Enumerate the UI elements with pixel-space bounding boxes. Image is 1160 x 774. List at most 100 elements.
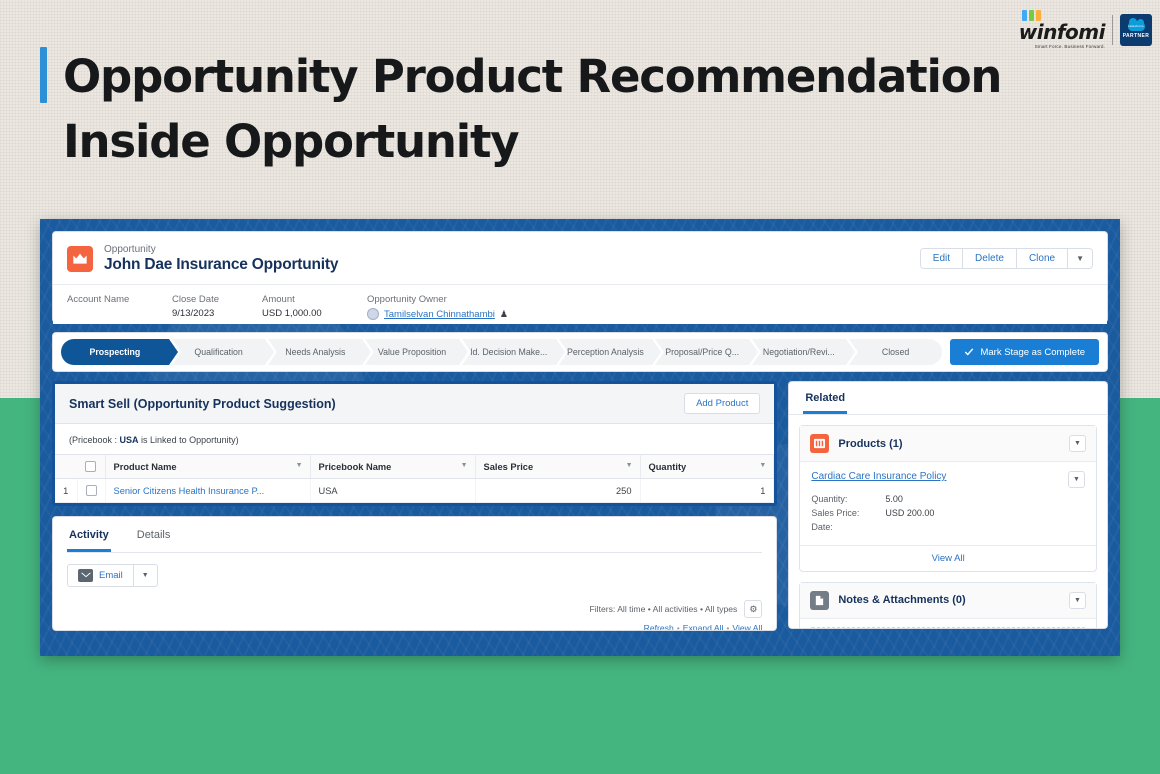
- pricebook-prefix: (Pricebook :: [69, 435, 120, 445]
- logo-divider: [1112, 14, 1113, 45]
- chevron-down-icon[interactable]: ▼: [626, 462, 633, 469]
- salesforce-screenshot-frame: Opportunity John Dae Insurance Opportuni…: [40, 219, 1120, 656]
- suggested-products-table: Product Name ▼ Pricebook Name ▼ Sales Pric…: [55, 453, 775, 504]
- avatar: [367, 308, 379, 320]
- activity-filters-row: Filters: All time • All activities • All…: [67, 600, 763, 619]
- object-label: Opportunity: [104, 244, 156, 255]
- owner-value: Tamilselvan Chinnathambi ♟: [367, 308, 508, 320]
- chevron-down-icon[interactable]: ▼: [1068, 471, 1085, 488]
- title-accent-bar: [40, 47, 47, 103]
- left-column: Smart Sell (Opportunity Product Suggesti…: [52, 381, 778, 632]
- record-body-columns: Smart Sell (Opportunity Product Suggesti…: [52, 381, 1108, 632]
- related-view-all-link[interactable]: View All: [800, 544, 1096, 571]
- stage-qualification[interactable]: Qualification: [171, 339, 278, 365]
- smart-sell-title: Smart Sell (Opportunity Product Suggesti…: [69, 396, 336, 411]
- related-card-header: Products (1) ▼: [800, 426, 1096, 462]
- salesforce-cloud-label: salesforce: [1128, 23, 1144, 28]
- record-name: John Dae Insurance Opportunity: [104, 256, 339, 273]
- activity-card: Activity Details Email ▼ Filters: All ti…: [52, 516, 778, 632]
- chevron-down-icon[interactable]: ▼: [1069, 591, 1086, 609]
- field-label: Opportunity Owner: [367, 294, 447, 305]
- table-row[interactable]: 1 Senior Citizens Health Insurance P... …: [55, 478, 775, 504]
- field-label: Close Date: [172, 294, 219, 305]
- email-button[interactable]: Email: [67, 564, 134, 588]
- tab-details[interactable]: Details: [135, 517, 173, 552]
- stage-prospecting[interactable]: Prospecting: [61, 339, 181, 365]
- gear-icon[interactable]: ⚙: [744, 600, 763, 619]
- cell-sales-price: 250: [475, 478, 641, 504]
- record-header-card: Opportunity John Dae Insurance Opportuni…: [52, 231, 1108, 324]
- edit-button[interactable]: Edit: [920, 249, 964, 268]
- stage-perception-analysis[interactable]: Perception Analysis: [558, 339, 664, 365]
- delete-button[interactable]: Delete: [963, 249, 1017, 268]
- row-number-header: [55, 453, 77, 480]
- stage-value-proposition[interactable]: Value Proposition: [365, 339, 471, 365]
- slide-canvas: winfomi Smart Force. Business Forward. s…: [0, 0, 1160, 774]
- tab-related[interactable]: Related: [803, 382, 848, 414]
- field-value: USD 1,000.00: [262, 308, 322, 319]
- add-product-button[interactable]: Add Product: [684, 393, 761, 414]
- row-number: 1: [55, 478, 78, 504]
- activity-links-row: Refresh • Expand All • View All: [643, 623, 763, 632]
- related-lists: Products (1) ▼ Cardiac Care Insurance Po…: [788, 414, 1108, 629]
- row-checkbox[interactable]: [85, 485, 97, 497]
- chevron-down-icon[interactable]: ▼: [1069, 435, 1086, 452]
- slide-title-group: Opportunity Product Recommendation Insid…: [40, 44, 1043, 175]
- right-column: Related Products (1) ▼ Cardiac Care Insu…: [788, 381, 1108, 629]
- salesforce-cloud-icon: salesforce: [1127, 17, 1145, 31]
- chevron-down-icon[interactable]: ▼: [759, 462, 766, 469]
- cell-product-name[interactable]: Senior Citizens Health Insurance P...: [105, 478, 311, 504]
- field-opportunity-owner: Opportunity Owner Tamilselvan Chinnatham…: [367, 294, 508, 320]
- column-product-name[interactable]: Product Name ▼: [105, 453, 311, 480]
- activity-action-row: Email ▼: [67, 564, 762, 588]
- related-card-products: Products (1) ▼ Cardiac Care Insurance Po…: [799, 425, 1097, 572]
- field-value: 9/13/2023: [172, 308, 215, 319]
- chevron-down-icon[interactable]: ▼: [1068, 249, 1092, 268]
- chevron-down-icon[interactable]: ▼: [461, 462, 468, 469]
- column-quantity[interactable]: Quantity ▼: [640, 453, 775, 480]
- select-all-checkbox[interactable]: [85, 461, 96, 473]
- email-dropdown-caret-icon[interactable]: ▼: [133, 564, 158, 588]
- stage-closed[interactable]: Closed: [848, 339, 943, 365]
- related-card-title: Products (1): [838, 437, 903, 450]
- salesforce-partner-badge: salesforce PARTNER: [1120, 13, 1152, 46]
- related-item-link[interactable]: Cardiac Care Insurance Policy: [811, 471, 946, 482]
- stage-list: Prospecting Qualification Needs Analysis…: [61, 339, 943, 365]
- products-icon: [810, 434, 830, 453]
- product-name-link[interactable]: Senior Citizens Health Insurance P...: [114, 486, 265, 496]
- cell-quantity: 1: [640, 478, 775, 504]
- record-action-buttons[interactable]: Edit Delete Clone ▼: [919, 248, 1093, 269]
- related-card-title: Notes & Attachments (0): [838, 594, 966, 607]
- owner-link[interactable]: Tamilselvan Chinnathambi: [384, 309, 495, 320]
- column-pricebook-name[interactable]: Pricebook Name ▼: [310, 453, 476, 480]
- partner-label: PARTNER: [1122, 32, 1150, 39]
- record-field-row: Account Name Close Date 9/13/2023 Amount…: [53, 284, 1107, 324]
- change-owner-icon[interactable]: ♟: [500, 309, 508, 320]
- stage-id-decision-makers[interactable]: Id. Decision Make...: [461, 339, 568, 365]
- notes-placeholder: [810, 626, 1086, 628]
- tab-activity[interactable]: Activity: [67, 517, 111, 553]
- related-card-body: Cardiac Care Insurance Policy ▼ Quantity…: [800, 462, 1096, 545]
- related-item-fields: Quantity: 5.00 Sales Price: USD 200.00 D…: [811, 493, 1085, 535]
- field-label: Account Name: [67, 294, 130, 305]
- crown-icon: [67, 245, 93, 272]
- filters-text: Filters: All time • All activities • All…: [589, 604, 738, 615]
- select-all-header[interactable]: [77, 453, 106, 480]
- winfomi-tagline: Smart Force. Business Forward.: [1034, 44, 1105, 49]
- clone-button[interactable]: Clone: [1016, 249, 1069, 268]
- chevron-down-icon[interactable]: ▼: [296, 462, 303, 469]
- pricebook-suffix: is Linked to Opportunity): [138, 435, 239, 445]
- expand-all-link[interactable]: Expand All: [683, 623, 724, 630]
- row-select-cell[interactable]: [77, 478, 106, 504]
- related-card-notes: Notes & Attachments (0) ▼: [799, 581, 1097, 628]
- mark-stage-complete-button[interactable]: Mark Stage as Complete: [950, 339, 1099, 365]
- related-field-date: Date:: [811, 521, 833, 532]
- stage-negotiation-review[interactable]: Negotiation/Revi...: [751, 339, 858, 365]
- related-field-sales-price: Sales Price: USD 200.00: [811, 507, 935, 518]
- view-all-link[interactable]: View All: [732, 623, 762, 630]
- column-sales-price[interactable]: Sales Price ▼: [475, 453, 641, 480]
- stage-needs-analysis[interactable]: Needs Analysis: [268, 339, 374, 365]
- stage-proposal-price-quote[interactable]: Proposal/Price Q...: [655, 339, 761, 365]
- sales-path-card: Prospecting Qualification Needs Analysis…: [52, 332, 1108, 372]
- refresh-link[interactable]: Refresh: [644, 623, 674, 630]
